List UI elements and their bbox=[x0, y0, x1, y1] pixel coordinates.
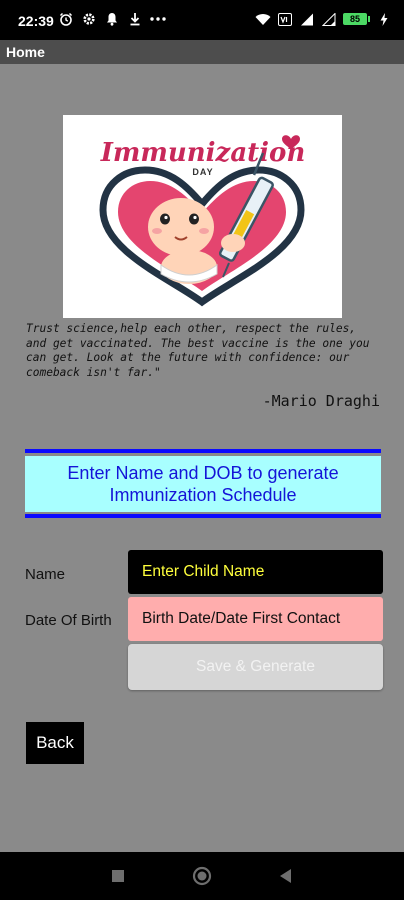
instruction-banner: Enter Name and DOB to generate Immunizat… bbox=[25, 456, 381, 512]
system-nav-bar bbox=[0, 852, 404, 900]
signal-icon bbox=[299, 11, 315, 27]
signal-icon-2 bbox=[321, 11, 337, 27]
immunization-illustration: Immunization DAY bbox=[99, 135, 306, 307]
settings-icon bbox=[81, 11, 97, 27]
app-bar: Home bbox=[0, 40, 404, 64]
banner-bottom-border bbox=[25, 514, 381, 518]
home-icon[interactable] bbox=[192, 866, 212, 886]
battery-icon: 85 bbox=[343, 13, 370, 25]
alarm-icon bbox=[58, 11, 74, 27]
quote-text: Trust science,help each other, respect t… bbox=[26, 322, 370, 379]
download-icon bbox=[127, 11, 143, 27]
quote-author: -Mario Draghi bbox=[262, 392, 380, 410]
dob-label: Date Of Birth bbox=[25, 612, 112, 629]
status-time: 22:39 bbox=[18, 13, 54, 29]
wifi-icon bbox=[255, 11, 271, 27]
status-right-icons: 85 bbox=[255, 11, 392, 27]
status-bar: 22:39 85 bbox=[0, 0, 404, 40]
save-generate-button[interactable]: Save & Generate bbox=[128, 644, 383, 690]
immunization-day-image: Immunization DAY bbox=[63, 115, 342, 318]
name-label: Name bbox=[25, 566, 66, 583]
battery-level: 85 bbox=[349, 14, 360, 24]
banner-text: Enter Name and DOB to generate Immunizat… bbox=[67, 463, 339, 505]
birth-date-field[interactable]: Birth Date/Date First Contact bbox=[128, 597, 383, 641]
hero-subtitle: DAY bbox=[192, 167, 213, 177]
banner-top-border bbox=[25, 449, 381, 453]
more-dots-icon bbox=[150, 11, 166, 27]
status-left-icons bbox=[58, 11, 166, 27]
back-icon[interactable] bbox=[278, 868, 292, 884]
vowifi-icon bbox=[277, 11, 293, 27]
child-name-input[interactable] bbox=[128, 550, 383, 594]
back-button-label: Back bbox=[36, 733, 74, 752]
hero-title: Immunization bbox=[100, 138, 306, 168]
app-bar-title: Home bbox=[6, 44, 45, 60]
save-generate-label: Save & Generate bbox=[196, 658, 315, 675]
back-button[interactable]: Back bbox=[26, 722, 84, 764]
birth-date-value: Birth Date/Date First Contact bbox=[142, 610, 341, 627]
charging-icon bbox=[376, 11, 392, 27]
notification-icon bbox=[104, 11, 120, 27]
recent-apps-icon[interactable] bbox=[111, 869, 125, 883]
